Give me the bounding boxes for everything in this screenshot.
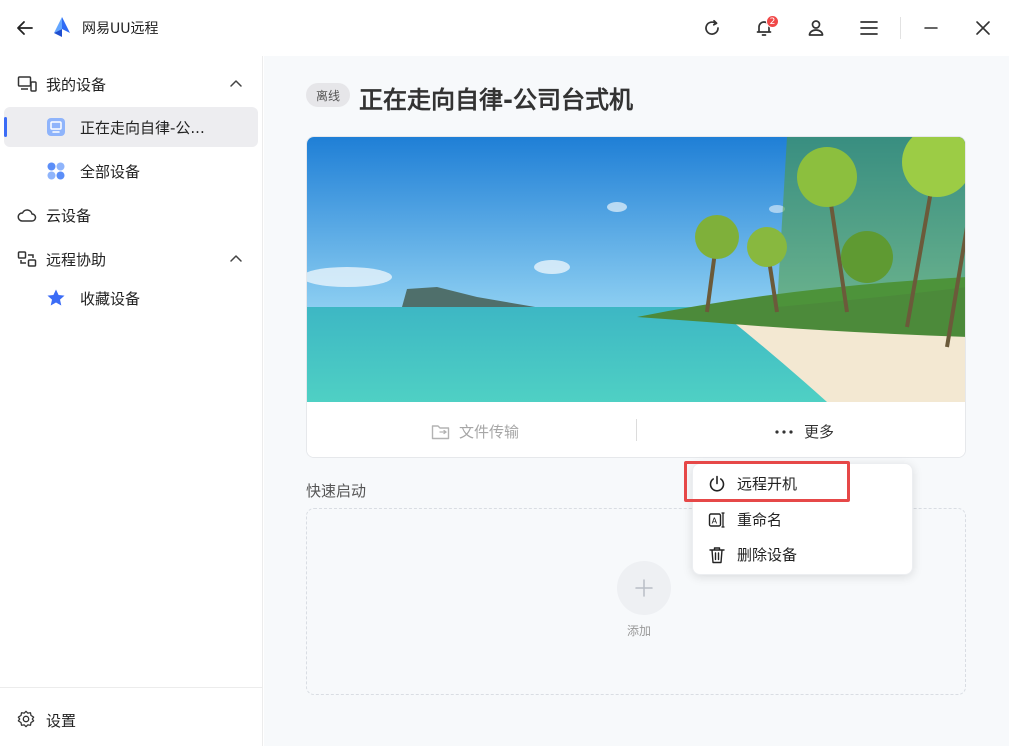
notification-badge: 2	[766, 15, 779, 28]
app-logo-icon	[54, 17, 70, 37]
cloud-icon	[17, 209, 37, 222]
card-actions-bar: 文件传输 更多	[307, 402, 965, 457]
plus-icon	[635, 579, 653, 597]
sidebar-item-favorites[interactable]: 收藏设备	[4, 278, 258, 318]
quick-launch-heading: 快速启动	[306, 482, 367, 500]
add-quick-launch-button[interactable]	[617, 561, 671, 615]
ellipsis-icon	[775, 429, 793, 434]
arrow-left-icon	[17, 21, 33, 35]
sidebar-group-remote-assist[interactable]: 远程协助	[0, 239, 262, 279]
gear-icon	[17, 710, 35, 728]
chevron-up-icon[interactable]	[228, 76, 244, 92]
sidebar-item-all-devices[interactable]: 全部设备	[4, 151, 258, 191]
titlebar-divider	[900, 17, 901, 39]
computer-icon	[47, 118, 65, 136]
refresh-button[interactable]	[699, 15, 725, 41]
sidebar-item-settings[interactable]: 设置	[0, 687, 262, 746]
beach-wallpaper-image	[307, 137, 965, 402]
sidebar-group-label: 远程协助	[46, 250, 107, 269]
main-content: 离线 正在走向自律-公司台式机 文件传输 更多 快速启动 添加	[264, 56, 1009, 746]
close-button[interactable]	[970, 15, 996, 41]
account-button[interactable]	[803, 15, 829, 41]
settings-label: 设置	[46, 712, 77, 730]
active-indicator	[4, 117, 7, 137]
add-label: 添加	[627, 624, 652, 638]
grid-apps-icon	[47, 162, 65, 180]
status-badge: 离线	[306, 83, 350, 107]
sidebar-item-label: 收藏设备	[80, 289, 141, 308]
sidebar-item-label: 全部设备	[80, 162, 141, 181]
app-title: 网易UU远程	[82, 21, 159, 37]
power-icon	[709, 475, 725, 492]
sidebar-group-my-devices[interactable]: 我的设备	[0, 64, 262, 104]
menu-item-label: 远程开机	[737, 474, 798, 493]
back-button[interactable]	[12, 16, 38, 40]
sidebar-item-device[interactable]: 正在走向自律-公...	[4, 107, 258, 147]
trash-icon	[709, 547, 725, 564]
title-bar: 网易UU远程 2	[0, 0, 1009, 56]
actions-divider	[636, 419, 637, 441]
more-label: 更多	[804, 423, 835, 441]
menu-item-delete-device[interactable]: 删除设备	[693, 537, 914, 571]
more-dropdown-menu: 远程开机 A 重命名 删除设备	[692, 463, 913, 575]
rename-icon: A	[708, 512, 725, 528]
menu-item-rename[interactable]: A 重命名	[693, 502, 914, 536]
main-menu-button[interactable]	[856, 15, 882, 41]
menu-item-label: 删除设备	[737, 545, 798, 564]
folder-transfer-icon	[431, 424, 450, 439]
sidebar-group-label: 云设备	[46, 206, 92, 225]
sidebar: 我的设备 正在走向自律-公... 全部设备 云设备 远程协助 收藏设备 设置	[0, 56, 263, 746]
sidebar-group-label: 我的设备	[46, 75, 107, 94]
svg-text:A: A	[712, 517, 718, 526]
device-card: 文件传输 更多	[306, 136, 966, 458]
remote-assist-icon	[17, 251, 37, 267]
sidebar-group-cloud-devices[interactable]: 云设备	[0, 195, 262, 235]
file-transfer-label: 文件传输	[459, 423, 520, 441]
chevron-up-icon[interactable]	[228, 251, 244, 267]
user-icon	[808, 20, 824, 36]
sidebar-item-label: 正在走向自律-公...	[80, 118, 205, 137]
file-transfer-button[interactable]: 文件传输	[431, 421, 519, 442]
minimize-button[interactable]	[918, 15, 944, 41]
minimize-icon	[924, 27, 938, 29]
app-window: 网易UU远程 2 我的设备 正在走向自律-公... 全部设备 云设备 远程协助 …	[0, 0, 1009, 746]
menu-item-label: 重命名	[737, 510, 783, 529]
page-title: 正在走向自律-公司台式机	[359, 86, 633, 114]
menu-item-remote-power-on[interactable]: 远程开机	[693, 466, 914, 500]
more-button[interactable]: 更多	[774, 421, 834, 442]
close-icon	[976, 21, 990, 35]
devices-icon	[17, 76, 37, 92]
hamburger-icon	[860, 21, 878, 35]
star-icon	[47, 289, 65, 306]
refresh-icon	[705, 19, 719, 35]
